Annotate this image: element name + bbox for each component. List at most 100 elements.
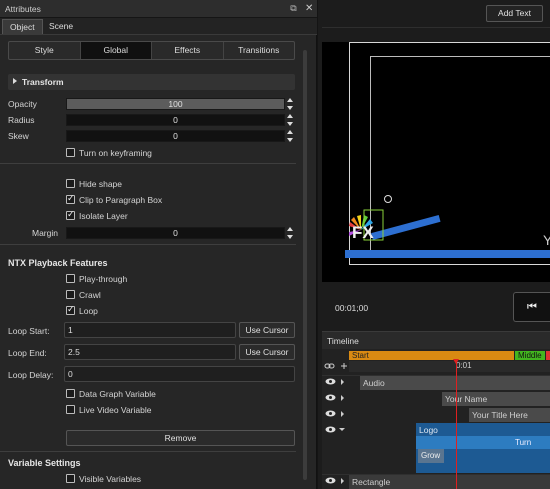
subtab-global[interactable]: Global [80,42,152,59]
playhead-handle-icon[interactable] [453,359,459,364]
remove-button[interactable]: Remove [66,430,295,446]
visible-variables-label: Visible Variables [79,474,142,484]
track-controls [322,408,348,422]
track-controls [322,376,348,390]
live-video-label: Live Video Variable [79,405,152,415]
play-through-checkbox[interactable] [66,274,75,283]
radius-label: Radius [8,115,35,125]
loop-end-input[interactable]: 2.5 [64,344,236,360]
tab-object[interactable]: Object [2,19,43,34]
visible-variables-checkbox[interactable] [66,474,75,483]
skip-to-start-button[interactable]: ⏮ [513,292,550,322]
opacity-stepper-icon[interactable] [287,98,294,110]
loop-checkbox[interactable] [66,304,75,315]
loop-start-cursor-button[interactable]: Use Cursor [239,322,295,338]
loop-delay-label: Loop Delay: [8,370,54,380]
keyframing-label: Turn on keyframing [79,148,152,158]
transform-heading: Transform [22,77,64,87]
eye-icon[interactable] [325,394,336,401]
undock-icon[interactable]: ⧉ [288,3,299,14]
margin-stepper-icon[interactable] [287,227,294,239]
eye-icon[interactable] [325,378,336,385]
radius-stepper-icon[interactable] [287,114,294,126]
marker-middle[interactable]: Middle [515,351,545,360]
marker-end[interactable] [546,351,550,360]
expand-triangle-icon[interactable] [341,478,344,484]
marker-start[interactable]: Start [349,351,514,360]
track-controls [322,475,348,489]
close-icon[interactable]: ✕ [305,3,313,14]
rotate-handle-icon[interactable] [384,195,392,203]
loop-end-cursor-button[interactable]: Use Cursor [239,344,295,360]
eye-icon[interactable] [325,426,336,433]
data-graph-checkbox[interactable] [66,389,75,398]
fx-logo-text: FX [352,223,374,242]
data-graph-label: Data Graph Variable [79,389,156,399]
opacity-field[interactable]: 100 [66,98,285,110]
skew-label: Skew [8,131,29,141]
loop-start-label: Loop Start: [8,326,50,336]
margin-field[interactable]: 0 [66,227,285,239]
ntx-heading: NTX Playback Features [8,258,108,268]
link-icon[interactable] [324,361,348,371]
variable-settings-heading: Variable Settings [8,458,81,468]
partial-text-layer[interactable]: Y [543,232,550,248]
play-through-label: Play-through [79,274,128,284]
expand-triangle-icon[interactable] [341,411,344,417]
transform-section-header[interactable]: Transform [8,74,295,90]
loop-end-label: Loop End: [8,348,47,358]
add-text-button[interactable]: Add Text [486,5,543,22]
loop-delay-input[interactable]: 0 [64,366,295,382]
track-controls [322,424,348,438]
loop-start-input[interactable]: 1 [64,322,236,338]
skew-stepper-icon[interactable] [287,130,294,142]
expand-triangle-icon[interactable] [341,379,344,385]
collapse-triangle-icon[interactable] [339,428,345,431]
logo-turn-effect[interactable]: Turn [416,436,550,449]
your-title-clip[interactable]: Your Title Here [469,408,550,422]
time-ruler[interactable]: 0:01 [349,361,550,372]
margin-label: Margin [32,228,58,238]
expand-triangle-icon [13,78,17,84]
eye-icon[interactable] [325,477,336,484]
hide-shape-label: Hide shape [79,179,123,189]
divider [0,451,296,452]
opacity-label: Opacity [8,99,37,109]
keyframing-checkbox[interactable] [66,148,75,157]
divider [322,27,550,28]
timecode-display: 00:01;00 [335,303,369,313]
attributes-titlebar: Attributes ⧉ [0,0,317,18]
timeline-title: Timeline [327,336,359,346]
blue-rectangle-shape[interactable] [345,250,550,258]
hide-shape-checkbox[interactable] [66,179,75,188]
rectangle-clip[interactable]: Rectangle [349,475,550,489]
playhead[interactable] [456,360,457,489]
expand-triangle-icon[interactable] [341,395,344,401]
isolate-checkbox[interactable] [66,209,75,220]
crawl-checkbox[interactable] [66,290,75,299]
radius-field[interactable]: 0 [66,114,285,126]
clip-checkbox[interactable] [66,193,75,204]
tab-scene[interactable]: Scene [42,19,80,34]
attribute-subtabs: Style Global Effects Transitions [8,41,295,60]
skip-back-icon: ⏮ [527,301,537,313]
crawl-label: Crawl [79,290,101,300]
logo-clip-label: Logo [419,425,438,435]
attributes-scrollbar[interactable] [303,50,307,480]
your-name-clip[interactable]: Your Name [442,392,550,406]
eye-icon[interactable] [325,410,336,417]
divider [0,244,296,245]
grow-effect-clip[interactable]: Grow [418,449,444,463]
subtab-style[interactable]: Style [9,42,81,59]
skew-field[interactable]: 0 [66,130,285,142]
track-controls [322,392,348,406]
turn-label: Turn [515,438,532,447]
isolate-label: Isolate Layer [79,211,128,221]
timeline-header: Timeline [322,331,550,349]
live-video-checkbox[interactable] [66,405,75,414]
fx-logo-icon[interactable]: FX [347,208,385,244]
panel-title: Attributes [5,4,41,14]
audio-track-clip[interactable]: Audio [360,376,550,390]
subtab-effects[interactable]: Effects [152,42,224,59]
subtab-transitions[interactable]: Transitions [224,42,295,59]
